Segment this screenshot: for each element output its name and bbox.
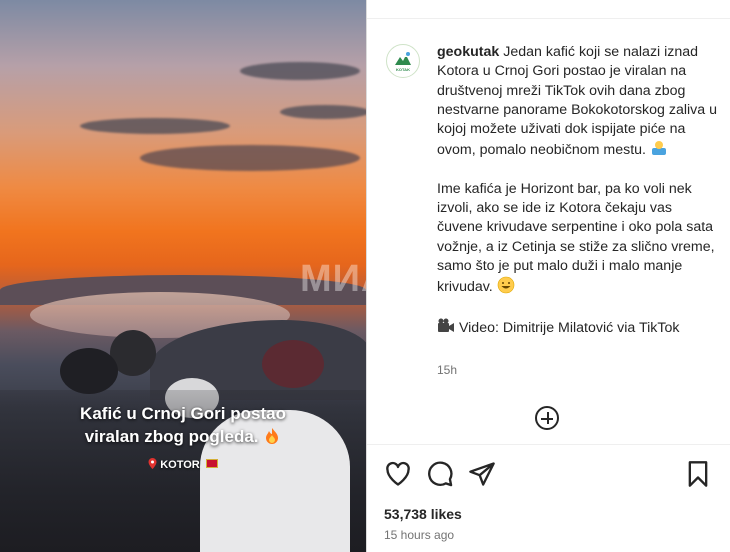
caption-paragraph-3: Video: Dimitrije Milatović via TikTok <box>437 317 717 338</box>
post-caption: geokutak Jedan kafić koji se nalazi izna… <box>437 43 717 338</box>
cloud-shape <box>280 105 366 119</box>
header-divider <box>367 18 730 19</box>
avatar[interactable]: KOTAK <box>386 44 420 78</box>
geokutak-logo-icon: KOTAK <box>388 46 418 76</box>
send-icon[interactable] <box>468 460 496 488</box>
caption-paragraph-1: geokutak Jedan kafić koji se nalazi izna… <box>437 43 717 161</box>
heart-icon[interactable] <box>384 460 412 488</box>
cloud-shape <box>140 145 360 171</box>
post-timestamp[interactable]: 15 hours ago <box>384 528 454 542</box>
caption-text-1: Jedan kafić koji se nalazi iznad Kotora … <box>437 44 717 159</box>
location-text: KOTOR <box>160 459 200 471</box>
overlay-caption-text: viralan zbog pogleda. <box>84 427 259 446</box>
post-side-panel: KOTAK geokutak Jedan kafić koji se nalaz… <box>367 0 730 552</box>
location-label: KOTOR <box>0 458 366 471</box>
comment-icon[interactable] <box>426 460 454 488</box>
person-cap <box>262 340 324 388</box>
post-media-video[interactable]: МИА Kafić u Crnoj Gori postao viralan zb… <box>0 0 366 552</box>
pin-icon <box>148 458 157 469</box>
cloud-shape <box>240 62 360 80</box>
caption-text-2: Ime kafića je Horizont bar, pa ko voli n… <box>437 180 715 296</box>
svg-text:KOTAK: KOTAK <box>396 67 410 72</box>
cloud-shape <box>80 118 230 134</box>
caption-timestamp[interactable]: 15h <box>437 363 457 377</box>
overlay-caption-line2: viralan zbog pogleda. <box>0 427 366 447</box>
person-relaxing-icon <box>651 141 666 156</box>
likes-count[interactable]: 53,738 likes <box>384 506 462 522</box>
plus-circle-icon[interactable] <box>535 406 559 430</box>
bookmark-icon[interactable] <box>684 460 712 488</box>
action-bar <box>384 460 714 488</box>
overlay-caption-line1: Kafić u Crnoj Gori postao <box>80 404 286 423</box>
fire-icon <box>266 428 279 444</box>
caption-text-3: Video: Dimitrije Milatović via TikTok <box>458 319 680 336</box>
flag-icon <box>205 459 218 468</box>
actions-divider <box>367 444 730 445</box>
grinning-face-icon <box>497 276 514 294</box>
media-watermark: МИА <box>300 258 366 300</box>
username-link[interactable]: geokutak <box>437 44 499 60</box>
person-cap <box>60 348 118 394</box>
video-camera-icon <box>438 318 454 332</box>
caption-paragraph-2: Ime kafića je Horizont bar, pa ko voli n… <box>437 180 717 298</box>
